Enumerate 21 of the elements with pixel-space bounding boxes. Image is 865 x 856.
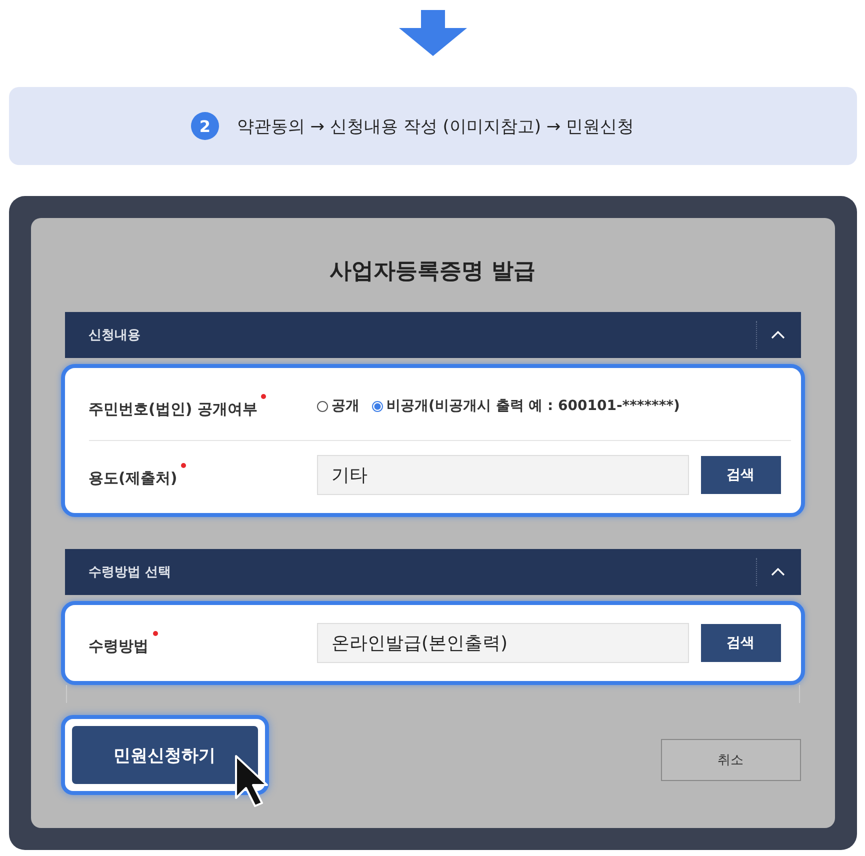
field-label: 수령방법 (88, 636, 148, 656)
cancel-button[interactable]: 취소 (660, 739, 800, 781)
dialog-title: 사업자등록증명 발급 (328, 258, 536, 286)
radio-label: 공개 (332, 397, 360, 415)
radio-button[interactable] (372, 400, 382, 412)
chevron-icon (770, 568, 784, 576)
search-button[interactable]: 검색 (700, 456, 780, 494)
submit-button[interactable]: 민원신청하기 (72, 726, 258, 784)
input-field[interactable]: 기타 (316, 455, 688, 495)
input-field[interactable]: 온라인발급(본인출력) (316, 623, 688, 663)
field-label: 주민번호(법인) 공개여부 (88, 398, 258, 418)
section-header[interactable]: 수령방법 선택 (64, 549, 800, 595)
radio-label: 비공개(비공개시 출력 예 : 600101-*******) (386, 397, 680, 415)
search-button[interactable]: 검색 (700, 624, 780, 662)
chevron-icon (770, 331, 784, 339)
down-arrow-icon (398, 10, 466, 56)
section-header[interactable]: 신청내용 (64, 312, 800, 358)
step-number: 2 (190, 112, 219, 140)
radio-button[interactable] (316, 400, 328, 412)
step-description: 약관동의 → 신청내용 작성 (이미지참고) → 민원신청 (236, 116, 634, 138)
field-label: 용도(제출처) (88, 468, 178, 488)
